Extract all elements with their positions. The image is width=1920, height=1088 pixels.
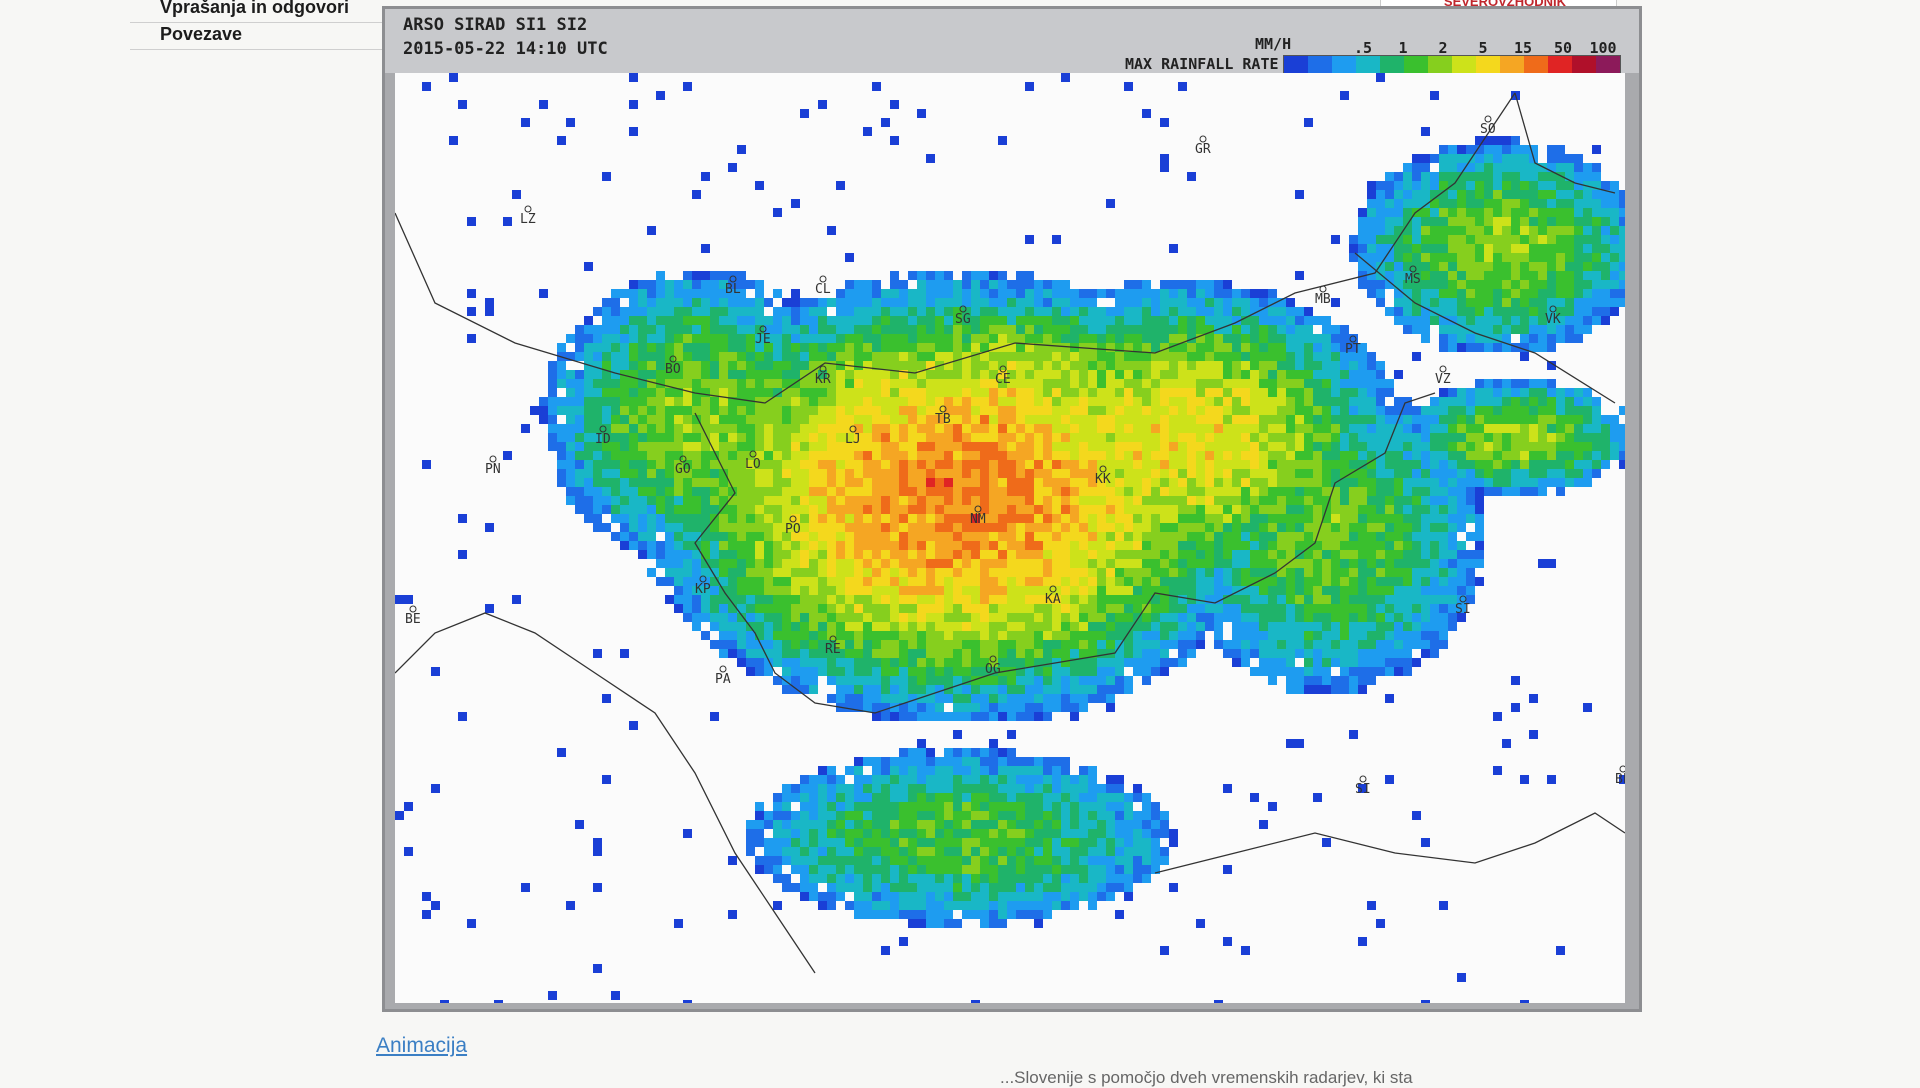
radar-source-label: ARSO SIRAD SI1 SI2 (403, 15, 588, 35)
station-label: SI (1455, 602, 1471, 617)
footer-text: ...Slovenije s pomočjo dveh vremenskih r… (1000, 1068, 1413, 1087)
station-label: BL (725, 282, 741, 297)
radar-image: SO GR LZ BL CL MB MS VK SG JE PT BO KR CE VZ TB LJ ID LO KK… (395, 73, 1625, 1003)
station-label: KR (815, 372, 831, 387)
radar-header: ARSO SIRAD SI1 SI2 2015-05-22 14:10 UTC … (385, 9, 1639, 77)
station-label: KK (1095, 472, 1111, 487)
sidebar-item-links[interactable]: Povezave (130, 23, 384, 50)
station-label: TB (935, 412, 951, 427)
station-label: ID (595, 432, 611, 447)
station-label: GR (1195, 142, 1211, 157)
station-label: CL (815, 282, 831, 297)
station-label: KP (695, 582, 711, 597)
precipitation-field (395, 73, 1625, 1003)
station-label: SG (955, 312, 971, 327)
station-label: VZ (1435, 372, 1451, 387)
legend-unit: MM/H (1255, 35, 1292, 53)
border-line (1154, 812, 1625, 874)
station-label: PA (715, 672, 731, 687)
station-label: CE (995, 372, 1011, 387)
legend-title: MAX RAINFALL RATE (1125, 55, 1279, 73)
station-label: BO (665, 362, 681, 377)
radar-map: SO GR LZ BL CL MB MS VK SG JE PT BO KR CE VZ TB LJ ID LO KK… (395, 73, 1625, 1003)
station-label: BE (405, 612, 421, 627)
station-label: OG (985, 662, 1001, 677)
station-label: PN (485, 462, 501, 477)
station-label: SO (1480, 122, 1496, 137)
radar-panel: ARSO SIRAD SI1 SI2 2015-05-22 14:10 UTC … (382, 6, 1642, 1012)
station-label: PT (1345, 342, 1361, 357)
station-label: RE (825, 642, 841, 657)
animation-link[interactable]: Animacija (376, 1034, 467, 1058)
station-label: MB (1315, 292, 1331, 307)
station-label: LO (745, 457, 761, 472)
station-label: MS (1405, 272, 1421, 287)
station-label: PO (785, 522, 801, 537)
station-label: KA (1045, 592, 1061, 607)
station-label: BL (1615, 772, 1625, 787)
sidebar-item-faq[interactable]: Vprašanja in odgovori (130, 0, 384, 23)
station-label: VK (1545, 312, 1561, 327)
sidebar: Vprašanja in odgovori Povezave (130, 0, 384, 50)
station-label: NM (970, 512, 986, 527)
station-label: GO (675, 462, 691, 477)
station-label: JE (755, 332, 771, 347)
station-label: SI (1355, 782, 1371, 797)
radar-timestamp: 2015-05-22 14:10 UTC (403, 39, 608, 59)
station-label: LJ (845, 432, 861, 447)
station-label: LZ (520, 212, 536, 227)
